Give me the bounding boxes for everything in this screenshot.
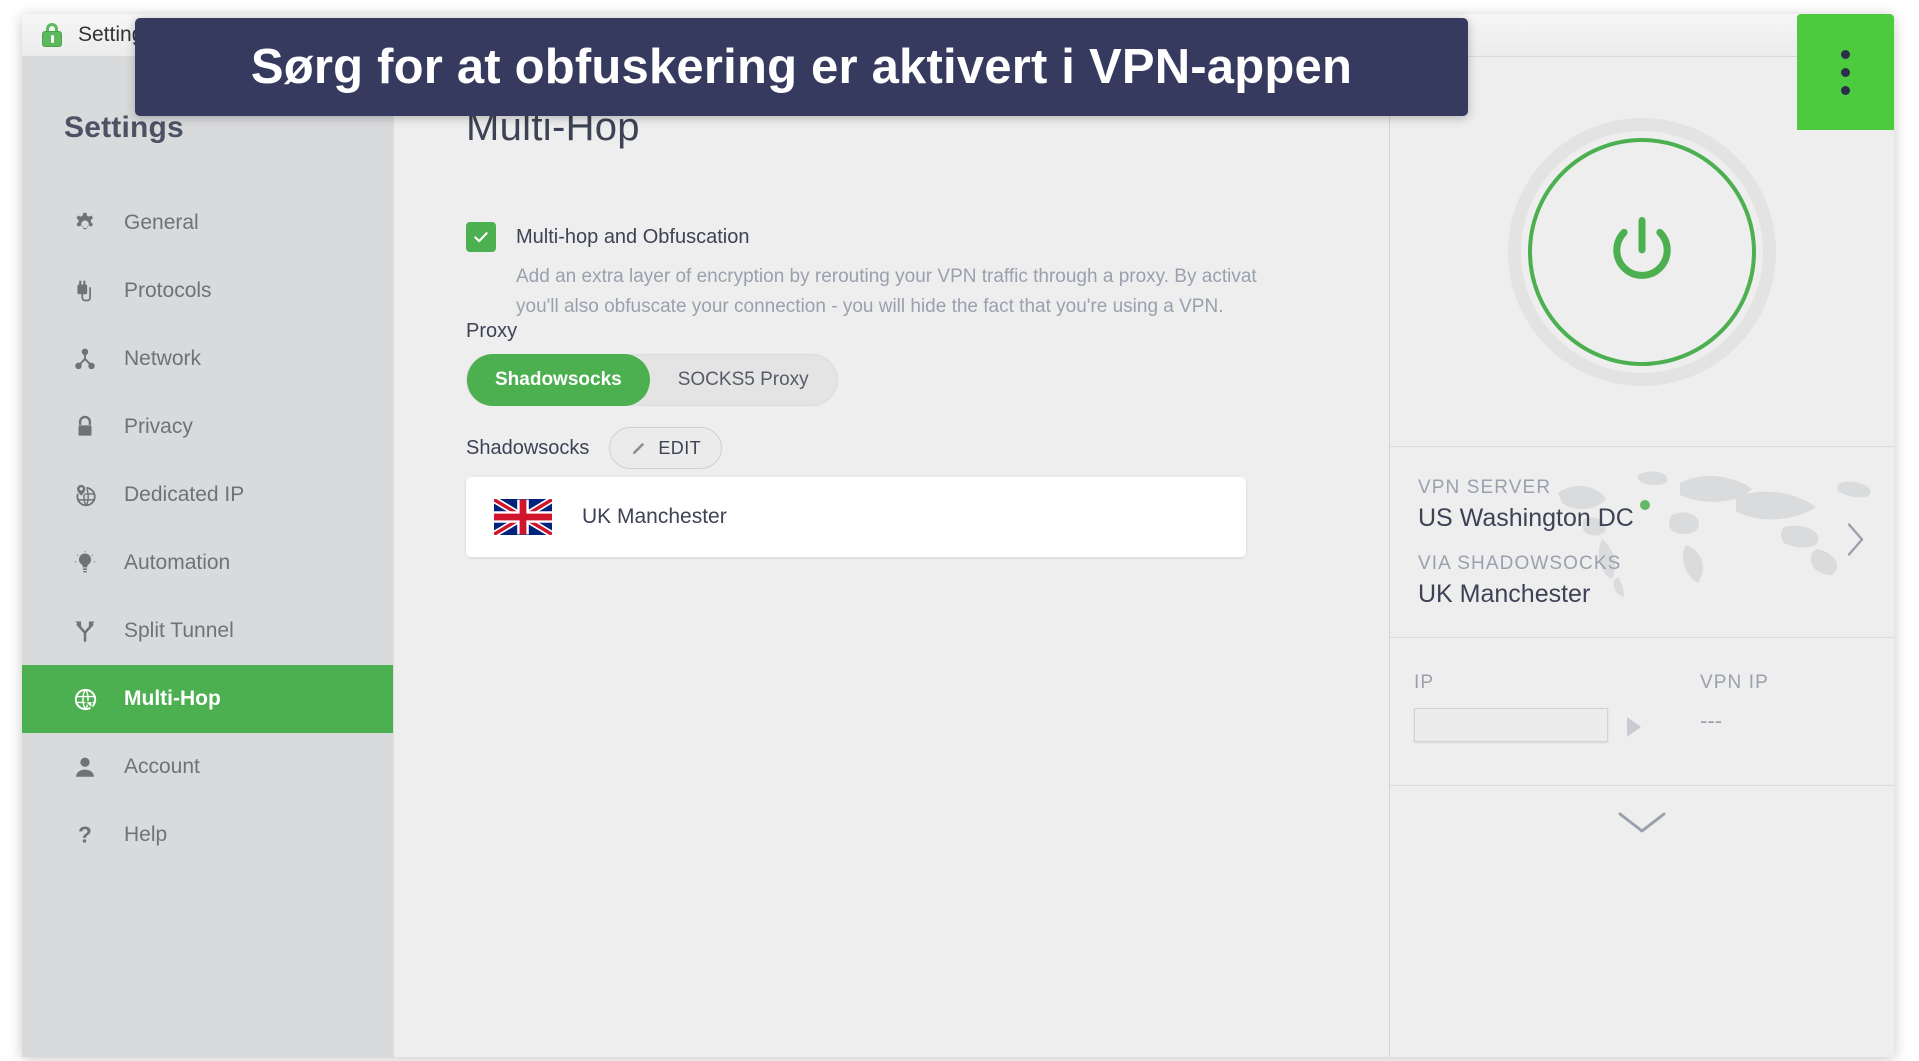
sidebar-item-dedicated-ip[interactable]: Dedicated IP [22, 461, 393, 529]
screenshot-root: Settings - Priv Settings General [0, 0, 1919, 1061]
multi-hop-option-row: Multi-hop and Obfuscation [466, 222, 749, 252]
sidebar-item-help[interactable]: ? Help [22, 801, 393, 869]
chevron-down-icon[interactable] [1614, 807, 1670, 842]
chevron-right-icon[interactable] [1842, 520, 1868, 565]
sidebar-item-multi-hop[interactable]: Multi-Hop [22, 665, 393, 733]
pencil-icon [630, 440, 647, 457]
lightbulb-icon [68, 550, 102, 576]
window-content: Settings General Protocols Network Priva… [22, 57, 1894, 1057]
multi-hop-option-label: Multi-hop and Obfuscation [516, 226, 750, 248]
gear-icon [68, 210, 102, 236]
sidebar-item-label: Help [124, 823, 168, 846]
globe-arrow-icon [68, 686, 102, 713]
settings-window: Settings - Priv Settings General [22, 14, 1894, 1057]
power-ring-inner[interactable] [1528, 137, 1756, 366]
proxy-option-label: SOCKS5 Proxy [677, 369, 809, 390]
sidebar-item-account[interactable]: Account [22, 733, 393, 801]
sidebar-item-label: Privacy [124, 415, 193, 438]
overlay-banner: Sørg for at obfuskering er aktivert i VP… [135, 18, 1468, 116]
plug-icon [68, 278, 102, 304]
sidebar-item-split-tunnel[interactable]: Split Tunnel [22, 597, 393, 665]
sidebar-item-label: Automation [124, 551, 231, 574]
edit-button[interactable]: EDIT [609, 427, 723, 469]
multi-hop-panel: Multi-Hop Multi-hop and Obfuscation Add … [393, 57, 1389, 1057]
ip-info-block: IP VPN IP --- [1390, 638, 1894, 786]
kebab-menu-icon [1841, 49, 1850, 95]
collapse-row[interactable] [1390, 786, 1894, 862]
sidebar-item-label: Multi-Hop [124, 687, 221, 710]
sidebar-item-automation[interactable]: Automation [22, 529, 393, 597]
proxy-label: Proxy [466, 320, 518, 342]
sidebar-item-label: Dedicated IP [124, 483, 245, 506]
power-icon [1600, 210, 1684, 294]
proxy-option-shadowsocks[interactable]: Shadowsocks [467, 354, 650, 406]
description-line-1: Add an extra layer of encryption by rero… [516, 266, 1257, 287]
ip-label: IP [1414, 672, 1435, 693]
question-mark-icon: ? [68, 822, 102, 848]
via-shadowsocks-kicker: VIA SHADOWSOCKS [1418, 553, 1622, 574]
sidebar-item-general[interactable]: General [22, 189, 393, 257]
vpn-server-value: US Washington DC [1418, 504, 1634, 532]
vpn-ip-value: --- [1700, 708, 1722, 733]
lock-icon [40, 22, 64, 48]
ip-column-vpn: VPN IP --- [1664, 672, 1864, 785]
server-card-name: UK Manchester [582, 505, 727, 528]
proxy-type-selector: Shadowsocks SOCKS5 Proxy [466, 354, 838, 406]
person-icon [68, 754, 102, 780]
split-arrow-icon [68, 618, 102, 644]
multi-hop-description: Add an extra layer of encryption by rero… [516, 262, 1257, 322]
sidebar-item-label: Account [124, 755, 200, 778]
vpn-server-info[interactable]: VPN SERVER US Washington DC VIA SHADOWSO… [1390, 447, 1894, 638]
settings-sidebar: Settings General Protocols Network Priva… [22, 57, 393, 1057]
proxy-option-socks5[interactable]: SOCKS5 Proxy [650, 354, 837, 406]
description-line-2: you'll also obfuscate your connection - … [516, 296, 1224, 317]
sidebar-item-network[interactable]: Network [22, 325, 393, 393]
globe-pin-icon [68, 482, 102, 508]
sidebar-nav: General Protocols Network Privacy Dedica… [22, 189, 393, 869]
shadowsocks-label: Shadowsocks [466, 436, 590, 459]
vpn-ip-label: VPN IP [1700, 672, 1769, 693]
sidebar-item-label: General [124, 211, 199, 234]
sidebar-item-protocols[interactable]: Protocols [22, 257, 393, 325]
vpn-status-panel: VPN SERVER US Washington DC VIA SHADOWSO… [1389, 57, 1894, 1057]
proxy-option-label: Shadowsocks [495, 369, 622, 390]
power-ring-outer [1508, 117, 1776, 386]
ip-value-field[interactable] [1414, 708, 1608, 742]
sidebar-item-label: Split Tunnel [124, 619, 234, 642]
sidebar-item-label: Protocols [124, 279, 212, 302]
overlay-banner-text: Sørg for at obfuskering er aktivert i VP… [250, 40, 1353, 94]
shadowsocks-row: Shadowsocks EDIT [466, 427, 723, 469]
sidebar-item-privacy[interactable]: Privacy [22, 393, 393, 461]
arrow-right-icon [1618, 712, 1648, 747]
edit-button-label: EDIT [658, 437, 702, 458]
svg-text:?: ? [78, 822, 92, 848]
shadowsocks-server-card[interactable]: UK Manchester [466, 477, 1246, 557]
network-nodes-icon [68, 346, 102, 372]
via-shadowsocks-value: UK Manchester [1418, 580, 1591, 608]
lock-icon [68, 414, 102, 440]
multi-hop-checkbox[interactable] [466, 222, 496, 252]
uk-flag-icon [494, 499, 552, 535]
sidebar-item-label: Network [124, 347, 202, 370]
vpn-server-kicker: VPN SERVER [1418, 477, 1552, 498]
kebab-menu-button[interactable] [1797, 14, 1894, 130]
